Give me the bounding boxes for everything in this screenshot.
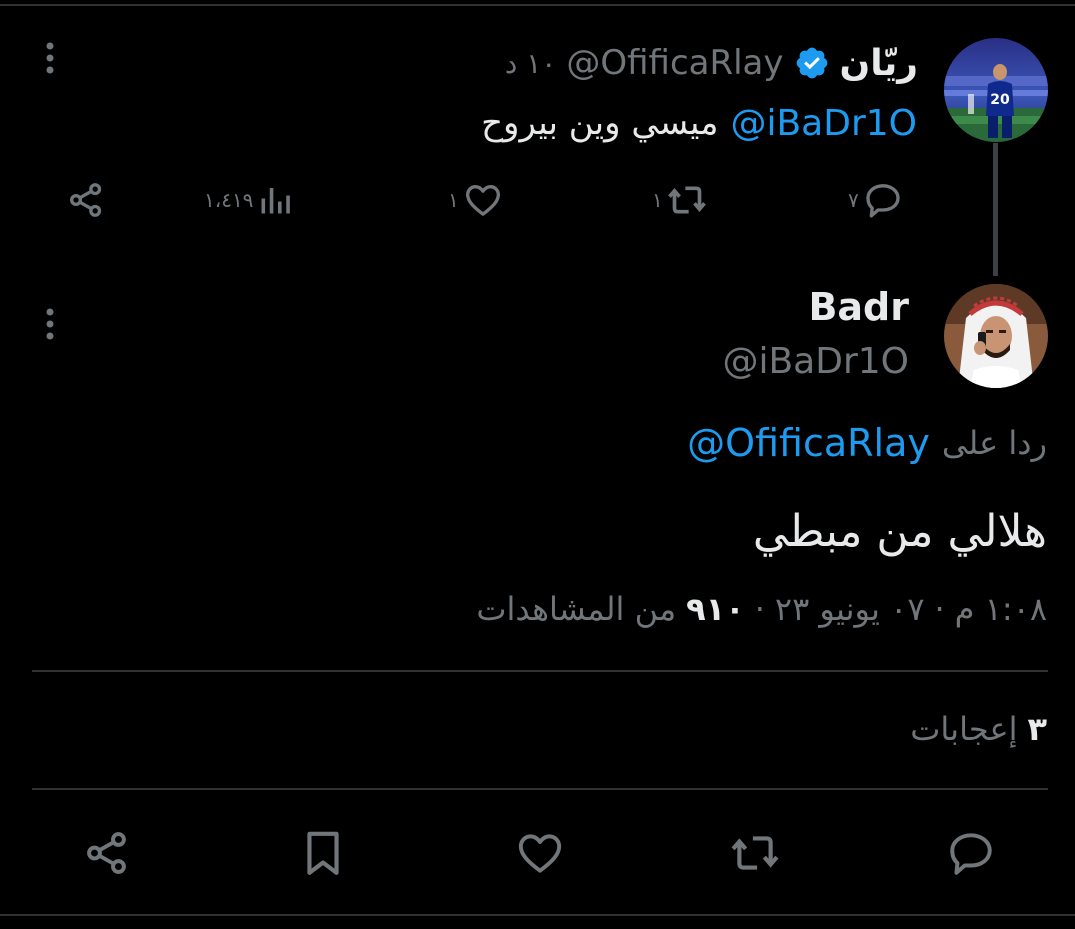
views-icon [261,188,291,214]
main-author-handle[interactable]: @iBaDr1O [722,340,909,384]
like-button[interactable] [514,828,566,882]
share-icon [70,183,102,217]
reply-prefix: ردا على [941,424,1047,462]
tweet-meta: ١:٠٨ م · ٠٧ يونيو ٢٣ · ٩١٠ من المشاهدات [476,584,1047,634]
parent-mention[interactable]: @iBaDr1O [730,103,917,144]
parent-retweet-button[interactable]: ١ [652,178,707,222]
main-avatar[interactable] [944,284,1048,388]
reply-to-handle[interactable]: @OfificaRlay [687,421,930,465]
retweet-button[interactable] [728,828,782,882]
top-divider [0,4,1075,6]
retweet-icon [667,186,706,214]
bookmark-button[interactable] [298,828,348,882]
parent-action-row: ١،٤١٩ ١ ١ ٧ [0,178,1075,222]
main-tweet-text: هلالي من مبطي [752,506,1047,557]
reply-icon [866,184,900,218]
views-count: ٩١٠ [686,590,745,628]
more-icon [46,42,54,74]
like-icon [518,834,562,873]
main-action-bar [0,826,1075,880]
parent-author-handle[interactable]: @OfificaRlay [566,43,783,83]
parent-views-button[interactable]: ١،٤١٩ [204,178,293,222]
likes-summary[interactable]: ٣ إعجابات [910,706,1047,752]
parent-reply-button[interactable]: ٧ [848,178,903,222]
parent-like-button[interactable]: ١ [448,178,503,222]
parent-views-count: ١،٤١٩ [204,188,254,212]
divider [32,788,1048,790]
parent-share-button[interactable] [66,178,106,222]
more-icon [46,308,54,340]
bottom-divider [0,914,1075,916]
likes-count: ٣ [1027,710,1047,748]
likes-label: إعجابات [910,710,1018,748]
parent-reply-count: ٧ [848,188,859,212]
like-icon [465,185,500,216]
reply-context: ردا على @OfificaRlay [687,418,1047,468]
reply-button[interactable] [944,828,998,882]
reply-icon [950,833,992,875]
divider [32,670,1048,672]
parent-like-count: ١ [448,188,459,212]
parent-time-ago: ١٠ د [504,46,557,80]
parent-author-name[interactable]: ريّان [840,43,919,84]
views-label: من المشاهدات [476,590,677,628]
parent-avatar[interactable]: 20 [944,38,1048,142]
meta-separator: · [754,590,765,628]
verified-badge-icon [794,45,830,81]
meta-separator: · [934,590,945,628]
share-icon [87,832,126,874]
share-button[interactable] [82,828,132,882]
parent-retweet-count: ١ [652,188,663,212]
parent-header: ريّان @OfificaRlay ١٠ د [505,38,918,88]
player-photo: 20 [944,38,1048,142]
parent-body: @iBaDr1O ميسي وين بيروح [481,98,917,148]
parent-more-button[interactable] [44,40,56,84]
svg-text:20: 20 [990,92,1010,108]
parent-text: ميسي وين بيروح [481,103,719,143]
main-more-button[interactable] [44,306,56,350]
tweet-time: ١:٠٨ م [954,590,1047,628]
main-author-name[interactable]: Badr [808,284,909,330]
tweet-date: ٠٧ يونيو ٢٣ [774,590,925,628]
man-in-shemagh-photo [944,284,1048,388]
retweet-icon [731,836,779,870]
bookmark-icon [307,831,339,875]
